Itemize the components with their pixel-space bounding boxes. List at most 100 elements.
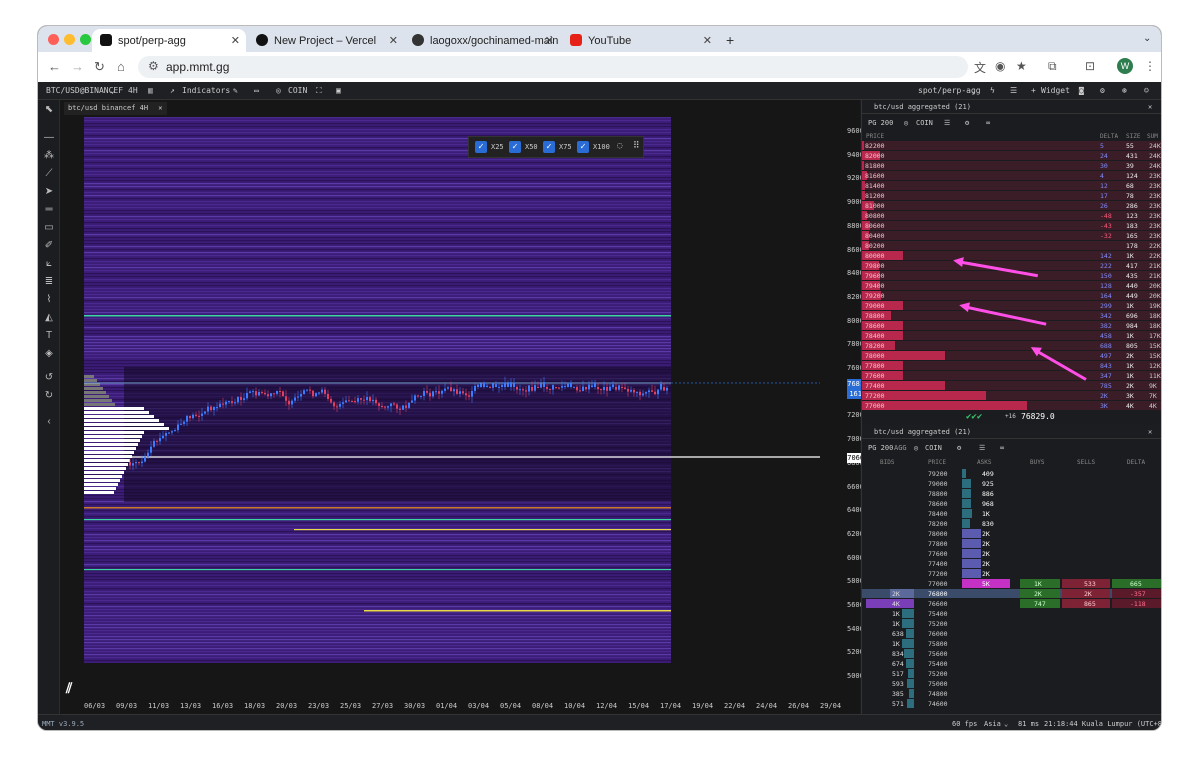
level-x25-checkbox[interactable]: ✓ <box>475 141 487 153</box>
browser-tab-github[interactable]: laogoxx/gochinamed-main ✕ <box>404 29 560 52</box>
home-icon[interactable]: ⌂ <box>117 59 125 74</box>
orderbook-row[interactable]: 79400 128 440 20K <box>862 281 1161 291</box>
close-window-icon[interactable] <box>48 34 59 45</box>
extensions-icon[interactable]: ⧉ <box>1048 59 1057 74</box>
orderbook-row[interactable]: 78000 497 2K 15K <box>862 351 1161 361</box>
orderbook-row[interactable]: 77000 3K 4K 4K <box>862 401 1161 411</box>
orderbook-row[interactable]: 80600 -43 183 23K <box>862 221 1161 231</box>
bookmark-star-icon[interactable]: ★ <box>1016 59 1027 73</box>
coin-icon[interactable]: ◎ <box>914 444 918 452</box>
orderbook-row[interactable]: 77600 347 1K 11K <box>862 371 1161 381</box>
dom-row[interactable]: 1K 75200 <box>862 619 1161 629</box>
timeframe-selector[interactable]: 4H <box>128 86 138 95</box>
area-chart-icon[interactable]: ◭ <box>43 312 55 323</box>
close-tab-icon[interactable]: ✕ <box>703 34 712 47</box>
indicators-icon[interactable]: ↗ <box>170 86 175 95</box>
widget-button[interactable]: Widget <box>1041 86 1070 95</box>
bars-icon[interactable]: ≣ <box>43 276 55 287</box>
dom-row[interactable]: 77200 2K <box>862 569 1161 579</box>
filter-icon[interactable]: ☰ <box>979 444 985 452</box>
orderbook-row[interactable]: 81800 30 39 24K <box>862 161 1161 171</box>
link-icon[interactable]: ∞ <box>986 119 990 127</box>
region-chevron-icon[interactable]: ⌄ <box>1004 720 1008 728</box>
level-x100-checkbox[interactable]: ✓ <box>577 141 589 153</box>
dom-row[interactable]: 77600 2K <box>862 549 1161 559</box>
camera-icon[interactable]: ◙ <box>1079 86 1084 95</box>
symbol-chevron-icon[interactable]: ⌄ <box>110 86 115 95</box>
collapse-icon[interactable]: ‹ <box>43 416 55 427</box>
orderbook-row[interactable]: 80200 178 22K <box>862 241 1161 251</box>
horizontal-line-icon[interactable]: — <box>43 132 55 143</box>
dom-row[interactable]: 77400 2K <box>862 559 1161 569</box>
dom-row[interactable]: 834 75600 <box>862 649 1161 659</box>
orderbook-row[interactable]: 80400 -32 165 23K <box>862 231 1161 241</box>
eye-icon[interactable]: ◉ <box>995 59 1005 73</box>
dom-row[interactable]: 571 74600 <box>862 699 1161 709</box>
workspace-chevron-icon[interactable]: ⌄ <box>971 86 976 95</box>
orderbook-row[interactable]: 81200 17 78 23K <box>862 191 1161 201</box>
dom-row[interactable]: 1K 75400 <box>862 609 1161 619</box>
dom-row[interactable]: 77000 5K 1K 533 665 <box>862 579 1161 589</box>
chart-type-icon[interactable]: ▥ <box>148 86 153 95</box>
time-axis[interactable]: 06/03 09/03 11/03 13/03 16/03 18/03 20/03 23/03… <box>84 702 844 714</box>
close-tab-icon[interactable]: ✕ <box>231 34 240 47</box>
forward-icon[interactable]: → <box>71 59 84 74</box>
chart-tab[interactable]: btc/usd binancef 4H ✕ <box>64 102 167 115</box>
orderbook-ladder[interactable]: 82200 5 55 24K 82000 24 431 24K 81800 30 39 24K 8160… <box>862 141 1161 413</box>
close-tape-icon[interactable]: ✕ <box>1148 428 1152 436</box>
orderbook-row[interactable]: 81600 4 124 23K <box>862 171 1161 181</box>
orderbook-row[interactable]: 80000 142 1K 22K <box>862 251 1161 261</box>
dom-row[interactable]: 79000 925 <box>862 479 1161 489</box>
undo-icon[interactable]: ↺ <box>43 372 55 383</box>
add-widget-icon[interactable]: + <box>1031 86 1036 95</box>
broadcast-icon[interactable]: ⊛ <box>1122 86 1127 95</box>
user-icon[interactable]: ☺ <box>1144 86 1149 95</box>
dom-row[interactable]: 78400 1K <box>862 509 1161 519</box>
layers-icon[interactable]: ◈ <box>43 348 55 359</box>
orderbook-row[interactable]: 79200 164 449 20K <box>862 291 1161 301</box>
url-field[interactable]: ⚙ app.mmt.gg <box>138 56 968 78</box>
level-x50-checkbox[interactable]: ✓ <box>509 141 521 153</box>
orderbook-row[interactable]: 77800 843 1K 12K <box>862 361 1161 371</box>
coin-icon[interactable]: ◎ <box>276 86 281 95</box>
chart-pane[interactable]: btc/usd binancef 4H ✕ ✕ ✓ X25 ✓ X50 ✓ X7… <box>60 100 877 714</box>
orderbook-row[interactable]: 82000 24 431 24K <box>862 151 1161 161</box>
hide-eye-icon[interactable]: ◌ <box>617 141 622 151</box>
dom-row[interactable]: 517 75200 <box>862 669 1161 679</box>
pg-selector[interactable]: PG 200 <box>868 444 893 452</box>
dom-row[interactable]: 77800 2K <box>862 539 1161 549</box>
coin-toggle[interactable]: COIN <box>925 444 942 452</box>
ruler-icon[interactable]: ⌇ <box>43 294 55 305</box>
dom-row[interactable]: 674 75400 <box>862 659 1161 669</box>
minimize-window-icon[interactable] <box>64 34 75 45</box>
dom-row[interactable]: 593 75000 <box>862 679 1161 689</box>
indicators-button[interactable]: Indicators <box>182 86 230 95</box>
browser-tab-spot-perp-agg[interactable]: spot/perp-agg ✕ <box>92 29 246 52</box>
dom-row[interactable]: 1K 75800 <box>862 639 1161 649</box>
screenshot-icon[interactable]: ⊡ <box>1085 59 1095 73</box>
lightning-icon[interactable]: ϟ <box>990 86 995 95</box>
orderbook-row[interactable]: 80800 -48 123 23K <box>862 211 1161 221</box>
pencil-icon[interactable]: ✎ <box>233 86 238 95</box>
orderbook-row[interactable]: 81400 12 68 23K <box>862 181 1161 191</box>
rectangle-icon[interactable]: ▭ <box>43 222 55 233</box>
orderbook-row[interactable]: 79000 299 1K 19K <box>862 301 1161 311</box>
cursor-icon[interactable]: ⬉ <box>43 104 55 115</box>
trend-line-icon[interactable]: ⟋ <box>43 168 55 179</box>
text-icon[interactable]: T <box>43 330 55 341</box>
close-chart-tab-icon[interactable]: ✕ <box>158 104 162 112</box>
settings-icon[interactable]: ⚙ <box>957 444 961 452</box>
save-layout-icon[interactable]: ▣ <box>336 86 341 95</box>
orderbook-row[interactable]: 77400 785 2K 9K <box>862 381 1161 391</box>
dom-row[interactable]: 78200 830 <box>862 519 1161 529</box>
orderbook-row[interactable]: 77200 2K 3K 7K <box>862 391 1161 401</box>
maximize-window-icon[interactable] <box>80 34 91 45</box>
agg-toggle[interactable]: AGG <box>894 444 907 452</box>
tape-tab[interactable]: btc/usd aggregated (21) ✕ <box>862 425 1161 439</box>
translate-icon[interactable]: 文 <box>974 59 986 76</box>
dom-row[interactable]: 638 76000 <box>862 629 1161 639</box>
dom-row[interactable]: 4K 76600 747 865 -118 <box>862 599 1161 609</box>
filter-icon[interactable]: ☰ <box>944 119 950 127</box>
dom-row[interactable]: 79200 409 <box>862 469 1161 479</box>
list-icon[interactable]: ☰ <box>1010 86 1017 95</box>
